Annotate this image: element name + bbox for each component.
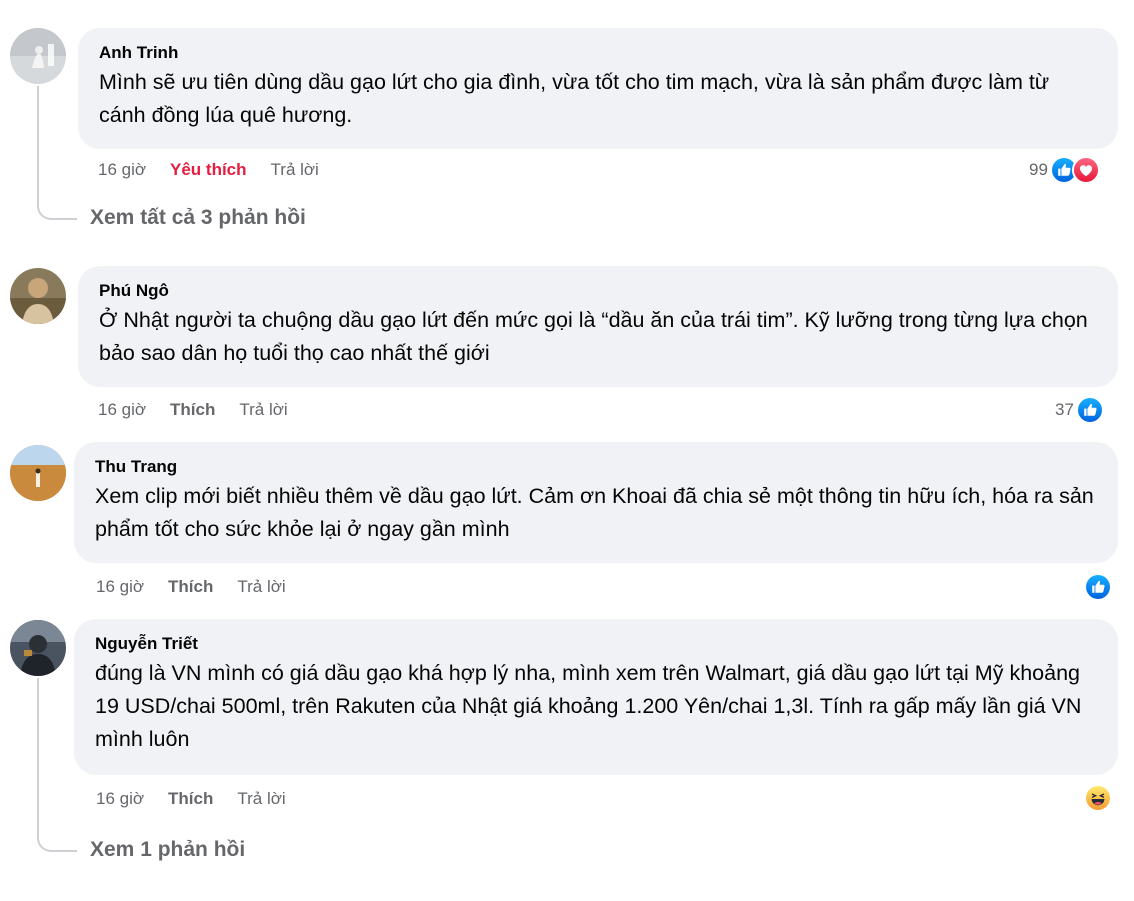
comment-time[interactable]: 16 giờ xyxy=(98,399,146,421)
view-replies-link[interactable]: Xem tất cả 3 phản hồi xyxy=(90,206,306,230)
view-replies-link[interactable]: Xem 1 phản hồi xyxy=(90,838,245,862)
avatar[interactable] xyxy=(10,445,66,501)
comment-text: đúng là VN mình có giá dầu gạo khá hợp l… xyxy=(95,661,1082,751)
reply-button[interactable]: Trả lời xyxy=(271,159,319,181)
avatar-image-anh-trinh xyxy=(10,28,66,84)
comment-time[interactable]: 16 giờ xyxy=(96,788,144,810)
comment-author[interactable]: Nguyễn Triết xyxy=(95,633,1098,655)
reaction-summary[interactable] xyxy=(1084,573,1112,601)
avatar-image-nguyen-triet xyxy=(10,620,66,676)
comment-bubble: Anh Trinh Mình sẽ ưu tiên dùng dầu gạo l… xyxy=(78,28,1118,149)
comment-actions: 16 giờ Thích Trả lời xyxy=(98,399,312,421)
like-button[interactable]: Thích xyxy=(168,788,213,810)
like-icon xyxy=(1084,573,1112,601)
like-icon xyxy=(1075,396,1104,424)
like-button[interactable]: Thích xyxy=(168,576,213,598)
comment-text: Xem clip mới biết nhiều thêm về dầu gạo … xyxy=(95,484,1094,541)
reply-button[interactable]: Trả lời xyxy=(237,788,285,810)
avatar[interactable] xyxy=(10,620,66,676)
reaction-summary[interactable] xyxy=(1084,784,1112,812)
comment-text: Mình sẽ ưu tiên dùng dầu gạo lứt cho gia… xyxy=(99,70,1050,127)
comment-bubble: Phú Ngô Ở Nhật người ta chuộng dầu gạo l… xyxy=(78,266,1118,387)
reaction-summary[interactable]: 37 xyxy=(1055,396,1104,424)
reply-button[interactable]: Trả lời xyxy=(239,399,287,421)
reaction-count: 37 xyxy=(1055,400,1074,419)
avatar-image-thu-trang xyxy=(10,445,66,501)
comment-text: Ở Nhật người ta chuộng dầu gạo lứt đến m… xyxy=(99,308,1088,365)
avatar-image-phu-ngo xyxy=(10,268,66,324)
avatar[interactable] xyxy=(10,268,66,324)
thread-connector xyxy=(37,828,77,852)
thread-line xyxy=(37,678,39,828)
thread-line xyxy=(37,86,39,196)
comment-bubble: Nguyễn Triết đúng là VN mình có giá dầu … xyxy=(74,619,1118,775)
avatar[interactable] xyxy=(10,28,66,84)
comment-actions: 16 giờ Thích Trả lời xyxy=(96,576,310,598)
love-icon xyxy=(1071,156,1100,184)
reaction-summary[interactable]: 99 xyxy=(1029,156,1100,184)
reply-button[interactable]: Trả lời xyxy=(237,576,285,598)
haha-icon xyxy=(1084,784,1112,812)
comment-bubble: Thu Trang Xem clip mới biết nhiều thêm v… xyxy=(74,442,1118,563)
comment-author[interactable]: Thu Trang xyxy=(95,456,1098,478)
comment-actions: 16 giờ Thích Trả lời xyxy=(96,788,310,810)
love-button[interactable]: Yêu thích xyxy=(170,159,247,181)
reaction-count: 99 xyxy=(1029,160,1048,179)
comment-author[interactable]: Phú Ngô xyxy=(99,280,1098,302)
thread-connector xyxy=(37,196,77,220)
comment-time[interactable]: 16 giờ xyxy=(98,159,146,181)
comment-actions: 16 giờ Yêu thích Trả lời xyxy=(98,159,343,181)
comment-author[interactable]: Anh Trinh xyxy=(99,42,1098,64)
like-button[interactable]: Thích xyxy=(170,399,215,421)
comment-time[interactable]: 16 giờ xyxy=(96,576,144,598)
